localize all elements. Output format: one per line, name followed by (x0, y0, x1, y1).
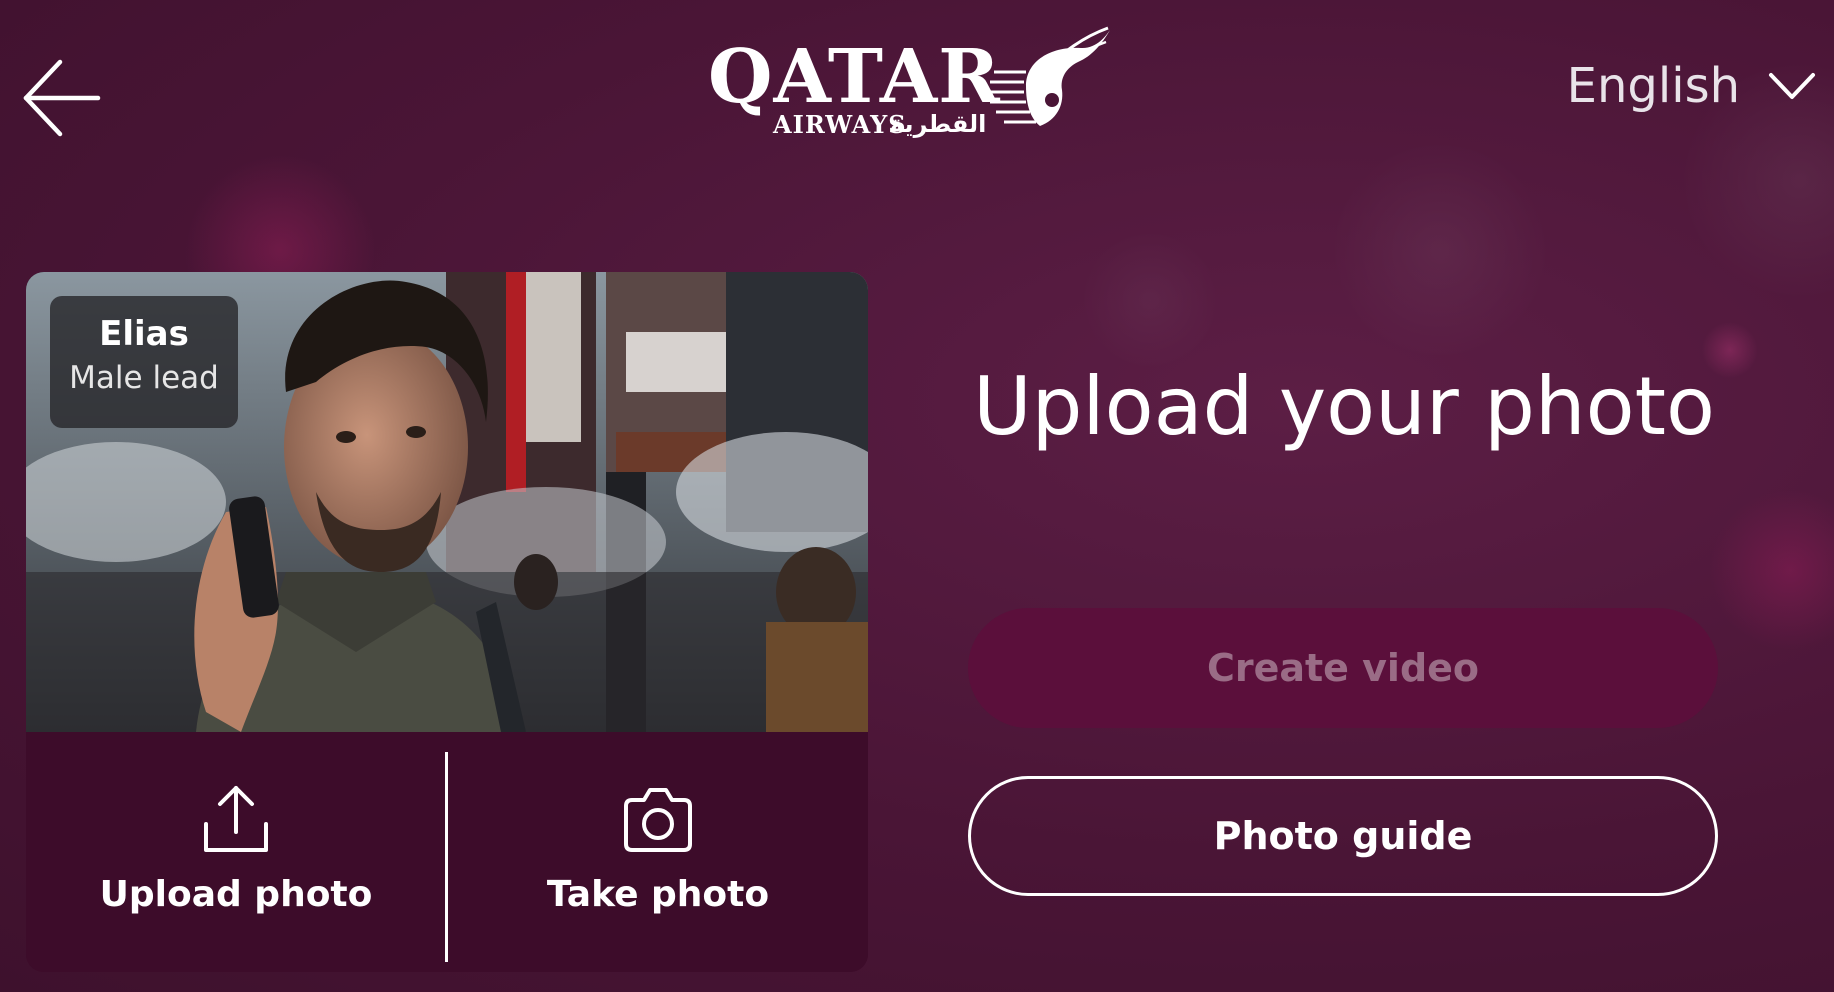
logo-subtitle: AIRWAYS (773, 110, 907, 139)
upload-photo-label: Upload photo (99, 874, 373, 915)
photo-actions: Upload photo Take photo (26, 732, 868, 972)
character-photo: Elias Male lead (26, 272, 868, 732)
take-photo-label: Take photo (546, 874, 770, 915)
photo-guide-button[interactable]: Photo guide (968, 776, 1718, 896)
logo-wordmark: QATAR (708, 34, 1001, 120)
create-video-button[interactable]: Create video (968, 608, 1718, 728)
chevron-down-icon (1769, 73, 1815, 99)
arrow-left-icon (23, 59, 101, 137)
page-title: Upload your photo (973, 360, 1715, 453)
logo-subtitle-arabic: القطرية (890, 110, 987, 138)
camera-icon (624, 788, 692, 852)
language-selector[interactable]: English (1567, 56, 1816, 116)
character-name-tag: Elias Male lead (50, 296, 238, 428)
take-photo-button[interactable]: Take photo (448, 732, 868, 972)
qatar-airways-logo: QATAR AIRWAYS القطرية (708, 26, 1110, 144)
character-name: Elias (99, 314, 189, 354)
character-card: Elias Male lead Upload photo Take photo (26, 272, 868, 972)
upload-photo-button[interactable]: Upload photo (26, 732, 446, 972)
character-role: Male lead (69, 360, 219, 396)
oryx-icon (988, 26, 1110, 126)
upload-icon (204, 786, 268, 852)
language-label: English (1566, 58, 1740, 114)
back-button[interactable] (22, 56, 102, 140)
